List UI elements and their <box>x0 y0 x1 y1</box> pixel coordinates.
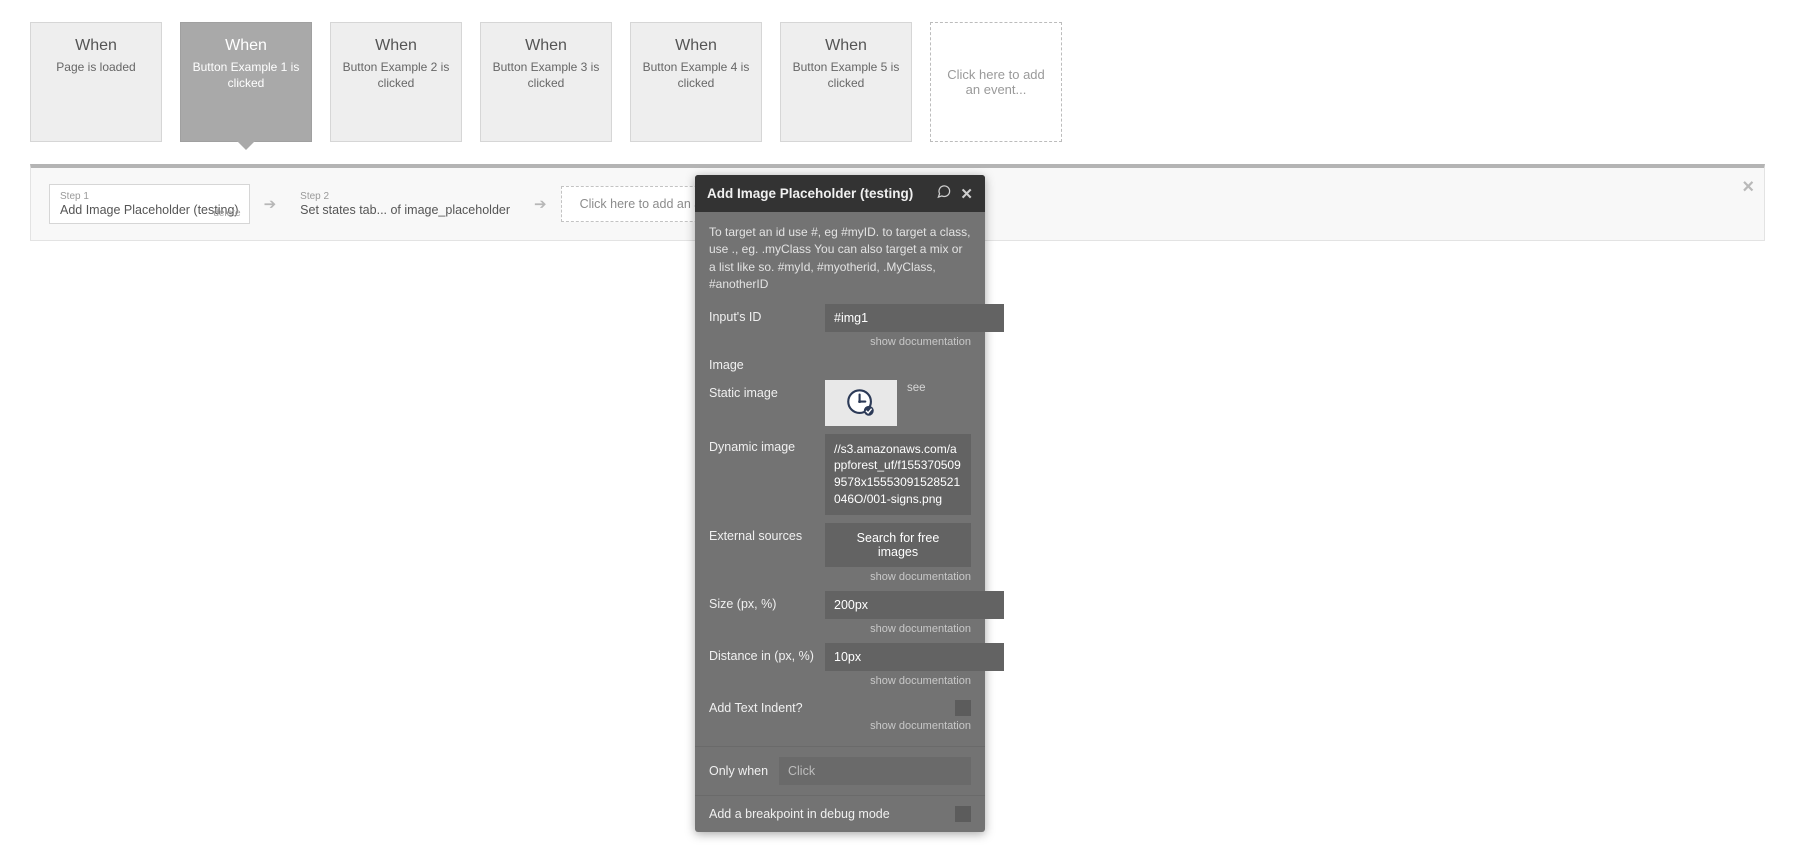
close-icon[interactable]: ✕ <box>960 185 973 203</box>
text-indent-label: Add Text Indent? <box>709 695 945 715</box>
event-when: When <box>675 37 717 55</box>
dynamic-image-field[interactable]: //s3.amazonaws.com/appforest_uf/f1553705… <box>825 434 971 515</box>
event-when: When <box>375 37 417 55</box>
external-sources-label: External sources <box>709 523 815 543</box>
breakpoint-label: Add a breakpoint in debug mode <box>709 807 955 821</box>
static-image-preview[interactable] <box>825 380 897 426</box>
workflow-step-1[interactable]: Step 1 Add Image Placeholder (testing) d… <box>49 184 250 224</box>
events-row: When Page is loaded When Button Example … <box>0 0 1795 152</box>
distance-field[interactable] <box>825 643 1004 671</box>
image-section-label: Image <box>709 358 971 372</box>
event-when: When <box>525 37 567 55</box>
workflow-step-2[interactable]: Step 2 Set states tab... of image_placeh… <box>290 185 520 223</box>
close-icon[interactable]: × <box>1742 176 1754 199</box>
step-title: Add Image Placeholder (testing) <box>60 203 239 217</box>
text-indent-checkbox[interactable] <box>955 700 971 716</box>
event-when: When <box>825 37 867 55</box>
show-documentation-link[interactable]: show documentation <box>709 623 971 635</box>
event-card-button-2[interactable]: When Button Example 2 is clicked <box>330 22 462 142</box>
event-when: When <box>75 37 117 55</box>
event-desc: Button Example 5 is clicked <box>789 59 903 91</box>
search-free-images-button[interactable]: Search for free images <box>825 523 971 567</box>
event-desc: Button Example 4 is clicked <box>639 59 753 91</box>
show-documentation-link[interactable]: show documentation <box>709 720 971 732</box>
event-desc: Page is loaded <box>56 59 135 75</box>
see-link[interactable]: see <box>907 380 926 394</box>
inputs-id-label: Input's ID <box>709 304 815 324</box>
show-documentation-link[interactable]: show documentation <box>709 336 971 348</box>
clock-icon <box>844 386 878 420</box>
only-when-row: Only when <box>695 746 985 795</box>
inputs-id-field[interactable] <box>825 304 1004 332</box>
property-panel: Add Image Placeholder (testing) ✕ To tar… <box>695 175 985 832</box>
breakpoint-row: Add a breakpoint in debug mode <box>695 795 985 832</box>
panel-body: To target an id use #, eg #myID. to targ… <box>695 212 985 746</box>
show-documentation-link[interactable]: show documentation <box>709 571 971 583</box>
event-card-page-loaded[interactable]: When Page is loaded <box>30 22 162 142</box>
event-card-button-3[interactable]: When Button Example 3 is clicked <box>480 22 612 142</box>
step-label: Step 2 <box>300 191 510 202</box>
show-documentation-link[interactable]: show documentation <box>709 675 971 687</box>
add-event-card[interactable]: Click here to add an event... <box>930 22 1062 142</box>
distance-label: Distance in (px, %) <box>709 643 815 663</box>
event-desc: Button Example 1 is clicked <box>189 59 303 91</box>
size-label: Size (px, %) <box>709 591 815 611</box>
event-card-button-4[interactable]: When Button Example 4 is clicked <box>630 22 762 142</box>
step-title: Set states tab... of image_placeholder <box>300 203 510 217</box>
add-event-text: Click here to add an event... <box>945 67 1047 97</box>
dynamic-image-label: Dynamic image <box>709 434 815 454</box>
delete-step-link[interactable]: delete <box>213 208 240 219</box>
event-card-button-5[interactable]: When Button Example 5 is clicked <box>780 22 912 142</box>
comment-icon[interactable] <box>936 184 952 203</box>
event-desc: Button Example 2 is clicked <box>339 59 453 91</box>
event-when: When <box>225 37 267 55</box>
only-when-field[interactable] <box>779 757 971 785</box>
only-when-label: Only when <box>709 764 769 778</box>
static-image-label: Static image <box>709 380 815 400</box>
step-label: Step 1 <box>60 191 239 202</box>
arrow-right-icon: ➔ <box>264 195 277 213</box>
size-field[interactable] <box>825 591 1004 619</box>
panel-title: Add Image Placeholder (testing) <box>707 186 928 201</box>
help-text: To target an id use #, eg #myID. to targ… <box>709 224 971 294</box>
event-desc: Button Example 3 is clicked <box>489 59 603 91</box>
panel-header: Add Image Placeholder (testing) ✕ <box>695 175 985 212</box>
event-card-button-1[interactable]: When Button Example 1 is clicked <box>180 22 312 142</box>
breakpoint-checkbox[interactable] <box>955 806 971 822</box>
arrow-right-icon: ➔ <box>534 195 547 213</box>
